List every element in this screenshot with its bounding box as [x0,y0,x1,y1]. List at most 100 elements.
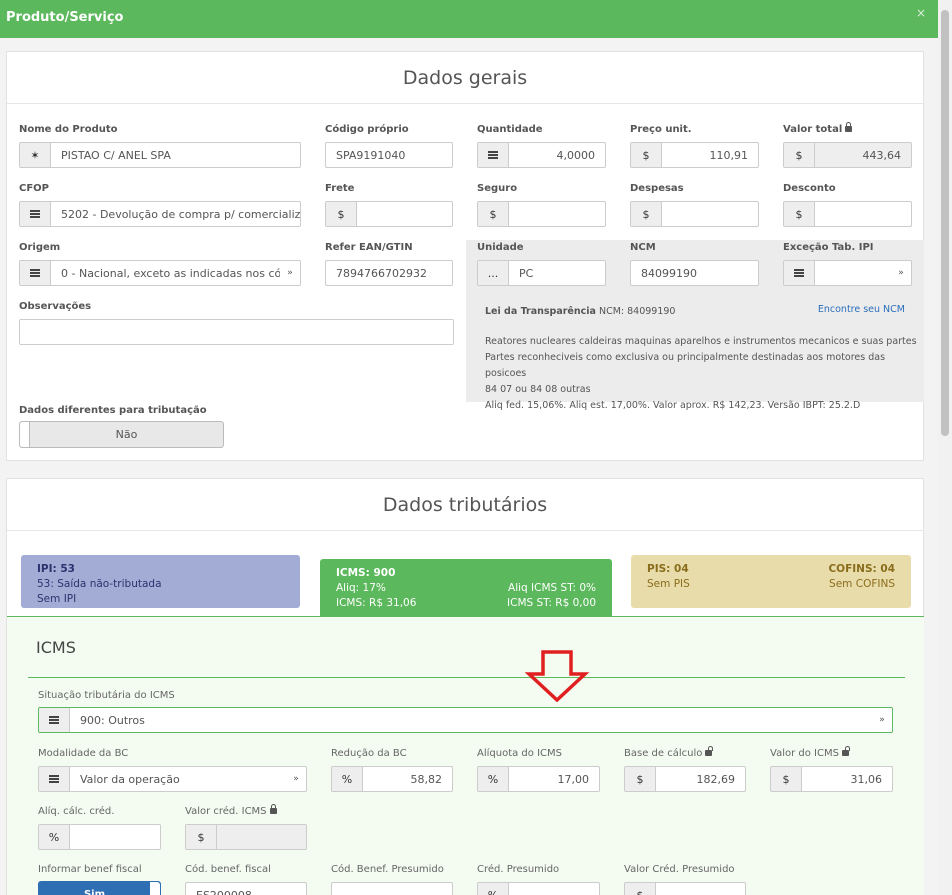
chevron-down-icon[interactable]: » [280,261,300,285]
list-icon [478,143,509,167]
nome-produto-value[interactable]: PISTAO C/ ANEL SPA [51,143,300,167]
observacoes-value[interactable] [20,320,453,344]
cfop-value[interactable]: 5202 - Devolução de compra p/ comerciali… [51,202,300,226]
chevron-down-icon[interactable]: » [286,767,306,791]
informar-benef-toggle[interactable]: Sim [38,881,161,895]
observacoes-field[interactable] [19,319,454,345]
base-calculo-field[interactable]: $ 182,69 [624,766,746,792]
preco-unit-field[interactable]: $ 110,91 [630,142,759,168]
icms-card[interactable]: ICMS: 900 Aliq: 17% Aliq ICMS ST: 0% ICMS… [320,559,612,617]
frete-label: Frete [325,183,355,194]
reducao-bc-value[interactable]: 58,82 [363,767,452,791]
ipi-line2: Sem IPI [37,593,77,605]
preco-unit-label: Preço unit. [630,124,692,135]
frete-field[interactable]: $ [325,201,453,227]
modal-body: Dados gerais Nome do Produto ✶ PISTAO C/… [0,38,938,895]
codigo-proprio-field[interactable]: SPA9191040 [325,142,453,168]
percent-icon: % [39,825,70,849]
desconto-label: Desconto [783,183,836,194]
dados-gerais-title: Dados gerais [7,52,923,104]
codigo-proprio-label: Código próprio [325,124,409,135]
dados-diferentes-toggle[interactable]: Não [19,421,224,448]
base-calculo-value[interactable]: 182,69 [656,767,745,791]
ncm-field[interactable]: 84099190 [630,260,759,286]
despesas-field[interactable]: $ [630,201,759,227]
modalidade-bc-label: Modalidade da BC [38,748,129,759]
pis-cofins-card[interactable]: PIS: 04 COFINS: 04 Sem PIS Sem COFINS [631,555,911,608]
situacao-value[interactable]: 900: Outros [70,708,872,732]
excecao-ipi-value[interactable] [815,261,891,285]
cred-presumido-value[interactable] [509,883,599,895]
origem-value[interactable]: 0 - Nacional, exceto as indicadas nos có… [51,261,280,285]
desconto-value[interactable] [815,202,911,226]
seguro-value[interactable] [509,202,605,226]
unidade-value[interactable]: PC [509,261,605,285]
toggle-handle[interactable] [150,882,160,895]
chevron-down-icon[interactable]: » [872,708,892,732]
origem-select[interactable]: 0 - Nacional, exceto as indicadas nos có… [19,260,301,286]
ean-field[interactable]: 7894766702932 [325,260,453,286]
modal-title: Produto/Serviço [6,10,124,25]
preco-unit-value[interactable]: 110,91 [662,143,758,167]
situacao-select[interactable]: 900: Outros » [38,707,893,733]
despesas-value[interactable] [662,202,758,226]
valor-icms-value[interactable]: 31,06 [802,767,892,791]
unlock-icon[interactable] [705,746,714,756]
cred-presumido-field[interactable]: % [477,882,600,895]
valor-cred-presumido-value[interactable] [656,883,745,895]
modalidade-bc-select[interactable]: Valor da operação » [38,766,307,792]
nome-produto-field[interactable]: ✶ PISTAO C/ ANEL SPA [19,142,301,168]
unidade-field[interactable]: ... PC [477,260,606,286]
valor-icms-field[interactable]: $ 31,06 [770,766,893,792]
ean-label: Refer EAN/GTIN [325,242,413,253]
quantidade-label: Quantidade [477,124,543,135]
quantidade-field[interactable]: 4,0000 [477,142,606,168]
lock-icon [845,122,853,132]
seguro-label: Seguro [477,183,518,194]
cod-benef-presumido-field[interactable] [331,882,453,895]
valor-cred-presumido-field[interactable]: $ [624,882,746,895]
ipi-card[interactable]: IPI: 53 53: Saída não-tributada Sem IPI [21,555,300,608]
toggle-handle[interactable] [20,422,30,447]
reducao-bc-field[interactable]: % 58,82 [331,766,453,792]
aliq-calc-cred-field[interactable]: % [38,824,161,850]
informar-benef-label: Informar benef fiscal [38,864,142,875]
modal-titlebar: Produto/Serviço × [0,0,938,38]
ean-value[interactable]: 7894766702932 [326,261,452,285]
frete-value[interactable] [357,202,452,226]
cod-benef-field[interactable]: ES200008 [185,882,307,895]
codigo-proprio-value[interactable]: SPA9191040 [326,143,452,167]
list-icon [39,767,70,791]
modalidade-bc-value[interactable]: Valor da operação [70,767,286,791]
desconto-field[interactable]: $ [783,201,912,227]
cod-benef-value[interactable]: ES200008 [186,883,306,895]
ellipsis-icon[interactable]: ... [478,261,509,285]
quantidade-value[interactable]: 4,0000 [509,143,605,167]
origem-label: Origem [19,242,61,253]
list-icon [784,261,815,285]
product-icon: ✶ [20,143,51,167]
excecao-ipi-select[interactable]: » [783,260,912,286]
dollar-icon: $ [784,143,815,167]
cfop-field[interactable]: 5202 - Devolução de compra p/ comerciali… [19,201,301,227]
valor-cred-label: Valor créd. ICMS [185,804,277,817]
aliquota-value[interactable]: 17,00 [509,767,599,791]
dollar-icon: $ [326,202,357,226]
dados-tributarios-title: Dados tributários [7,479,923,531]
base-calculo-label: Base de cálculo [624,746,714,759]
aliquota-field[interactable]: % 17,00 [477,766,600,792]
seguro-field[interactable]: $ [477,201,606,227]
cofins-line: Sem COFINS [829,578,895,590]
cod-benef-presumido-value[interactable] [332,883,452,895]
dollar-icon: $ [631,202,662,226]
chevron-down-icon[interactable]: » [891,261,911,285]
toggle-value: Sim [83,889,106,895]
unidade-label: Unidade [477,242,524,253]
ncm-value[interactable]: 84099190 [631,261,758,285]
aliq-calc-cred-value[interactable] [70,825,160,849]
close-icon[interactable]: × [916,6,926,20]
dollar-icon: $ [771,767,802,791]
unlock-icon[interactable] [841,746,850,756]
scrollbar[interactable] [938,0,952,895]
scrollbar-thumb[interactable] [941,10,949,436]
